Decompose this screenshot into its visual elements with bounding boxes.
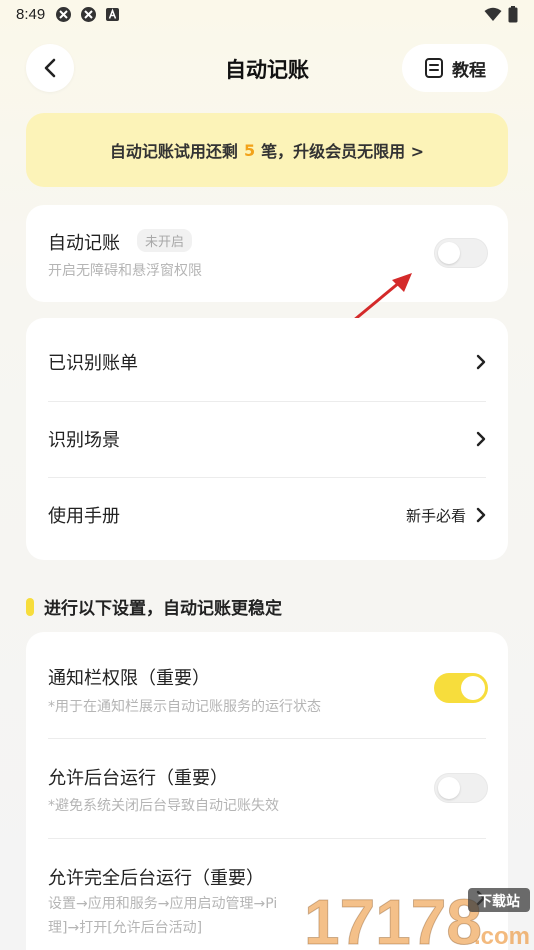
settings-item-title: 通知栏权限（重要） xyxy=(48,668,210,689)
banner-prefix: 自动记账试用还剩 xyxy=(109,142,238,161)
font-notification-icon xyxy=(105,7,120,22)
status-bar: 8:49 xyxy=(0,0,534,28)
toggle-knob xyxy=(438,242,460,264)
background-run-toggle[interactable] xyxy=(434,773,488,803)
menu-item-extra: 新手必看 xyxy=(405,506,466,525)
status-right xyxy=(484,5,518,23)
tutorial-button[interactable]: 教程 xyxy=(402,44,508,92)
app-notification-icon xyxy=(80,6,97,23)
menu-item-label: 已识别账单 xyxy=(48,353,138,374)
watermark-logo: 17178 下载站 .com xyxy=(298,884,534,950)
watermark-badge: 下载站 xyxy=(478,893,520,910)
settings-item-title: 允许完全后台运行（重要） xyxy=(48,868,264,889)
watermark-site: .com xyxy=(474,923,530,950)
divider xyxy=(48,738,486,739)
chevron-right-icon xyxy=(476,354,486,370)
menu-item-label: 识别场景 xyxy=(48,430,120,451)
section-title-text: 进行以下设置，自动记账更稳定 xyxy=(44,599,282,619)
settings-item-subtitle: *用于在通知栏展示自动记账服务的运行状态 xyxy=(48,699,321,715)
menu-item-recognition-scenes[interactable]: 识别场景 xyxy=(48,399,486,479)
watermark-text: 17178 xyxy=(304,886,482,950)
settings-item-subtitle: *避免系统关闭后台导致自动记账失效 xyxy=(48,798,279,814)
divider xyxy=(48,838,486,839)
app-notification-icon xyxy=(55,6,72,23)
menu-item-user-manual[interactable]: 使用手册 新手必看 xyxy=(48,475,486,555)
battery-icon xyxy=(508,5,518,22)
status-badge: 未开启 xyxy=(137,229,193,252)
menu-item-label: 使用手册 xyxy=(48,506,120,527)
book-icon xyxy=(425,58,443,78)
banner-suffix: 笔，升级会员无限用 > xyxy=(261,142,425,161)
menu-card: 已识别账单 识别场景 使用手册 新手必看 xyxy=(26,318,508,560)
trial-banner[interactable]: 自动记账试用还剩 5 笔，升级会员无限用 > xyxy=(26,113,508,187)
chevron-right-icon xyxy=(476,507,486,523)
header: 自动记账 教程 xyxy=(0,44,534,96)
settings-item-title: 允许后台运行（重要） xyxy=(48,768,228,789)
auto-accounting-subtitle: 开启无障碍和悬浮窗权限 xyxy=(48,263,202,279)
wifi-icon xyxy=(484,7,502,21)
banner-count: 5 xyxy=(243,140,256,160)
tutorial-label: 教程 xyxy=(452,60,486,81)
menu-item-recognized-bills[interactable]: 已识别账单 xyxy=(48,322,486,402)
auto-accounting-title: 自动记账 xyxy=(48,233,120,254)
section-marker xyxy=(26,597,34,616)
section-title: 进行以下设置，自动记账更稳定 xyxy=(26,594,282,619)
status-time: 8:49 xyxy=(16,5,46,23)
toggle-knob xyxy=(438,777,460,799)
toggle-knob xyxy=(461,676,485,700)
notification-permission-toggle[interactable] xyxy=(434,673,488,703)
auto-accounting-toggle[interactable] xyxy=(434,238,488,268)
auto-accounting-card: 自动记账 未开启 开启无障碍和悬浮窗权限 xyxy=(26,205,508,302)
chevron-right-icon xyxy=(476,431,486,447)
